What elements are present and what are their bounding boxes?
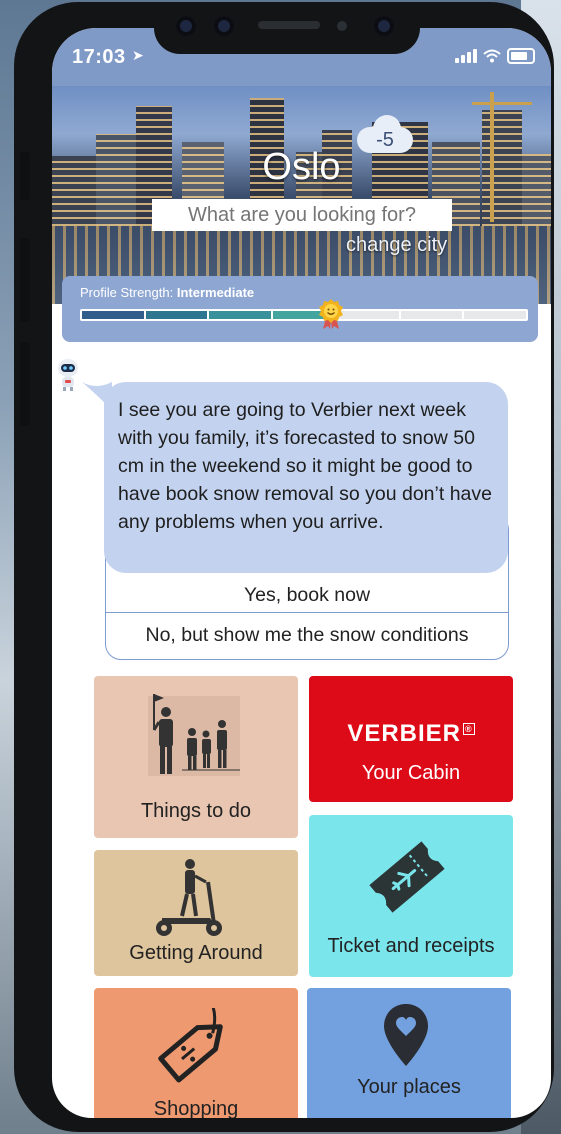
mute-switch [20, 152, 30, 200]
front-camera-icon [176, 16, 196, 36]
tile-shopping-label: Shopping [153, 1098, 239, 1118]
temperature: -5 [376, 129, 394, 151]
reply-show-snow-conditions-button[interactable]: No, but show me the snow conditions [106, 623, 508, 647]
phone-notch [154, 6, 420, 54]
volume-down-button [20, 342, 30, 426]
profile-strength-title: Profile Strength: [80, 285, 174, 300]
face-sensor-icon [214, 16, 234, 36]
price-tag-icon [158, 1008, 223, 1083]
tile-getting-around-label: Getting Around [129, 942, 263, 964]
robot-avatar-icon [58, 359, 78, 391]
app-screen: 17:03 ➤ Oslo -5 What are you looking for… [52, 28, 551, 1118]
tile-things-to-do-label: Things to do [140, 800, 252, 822]
tile-ticket-and-receipts-label: Ticket and receipts [327, 935, 495, 957]
tile-your-cabin-label: Your Cabin [361, 762, 461, 784]
battery-icon [507, 48, 535, 64]
tile-ticket-and-receipts[interactable]: Ticket and receipts [309, 815, 513, 977]
assistant-message-text: I see you are going to Verbier next week… [118, 399, 492, 533]
proximity-sensor [337, 21, 347, 31]
profile-strength-label: Profile Strength: Intermediate [80, 285, 254, 300]
assistant-message-bubble: I see you are going to Verbier next week… [104, 382, 508, 573]
volume-up-button [20, 238, 30, 322]
verbier-logo: VERBIER ® [347, 720, 475, 747]
reply-yes-book-now-button[interactable]: Yes, book now [106, 583, 508, 607]
tile-things-to-do[interactable]: Things to do [94, 676, 298, 838]
ticket-plane-icon [369, 841, 445, 913]
location-arrow-icon: ➤ [132, 47, 144, 63]
map-pin-icon [384, 1004, 428, 1066]
tile-your-places[interactable]: Your places [307, 988, 511, 1118]
tile-your-places-label: Your places [357, 1076, 461, 1098]
earpiece-speaker [258, 21, 320, 29]
people-guide-icon [148, 694, 240, 776]
change-city-link[interactable]: change city [346, 234, 447, 257]
profile-progress-bar [80, 309, 528, 321]
status-time: 17:03 [72, 46, 126, 68]
reply-divider [106, 612, 508, 613]
medal-icon [319, 299, 343, 329]
city-name: Oslo [262, 146, 341, 188]
phone-frame: 17:03 ➤ Oslo -5 What are you looking for… [14, 2, 554, 1132]
status-icons [455, 48, 535, 64]
profile-strength-level: Intermediate [176, 285, 255, 300]
wifi-icon [483, 49, 501, 63]
signal-icon [455, 49, 477, 63]
search-input[interactable] [152, 199, 452, 231]
tile-your-cabin[interactable]: VERBIER ® Your Cabin [309, 676, 513, 802]
scooter-icon [156, 859, 222, 936]
tile-shopping[interactable]: Shopping [94, 988, 298, 1118]
tile-getting-around[interactable]: Getting Around [94, 850, 298, 976]
city-header: Oslo -5 change city [52, 86, 551, 304]
profile-strength-card: Profile Strength: Intermediate [62, 276, 538, 342]
rear-sensor-icon [374, 16, 394, 36]
